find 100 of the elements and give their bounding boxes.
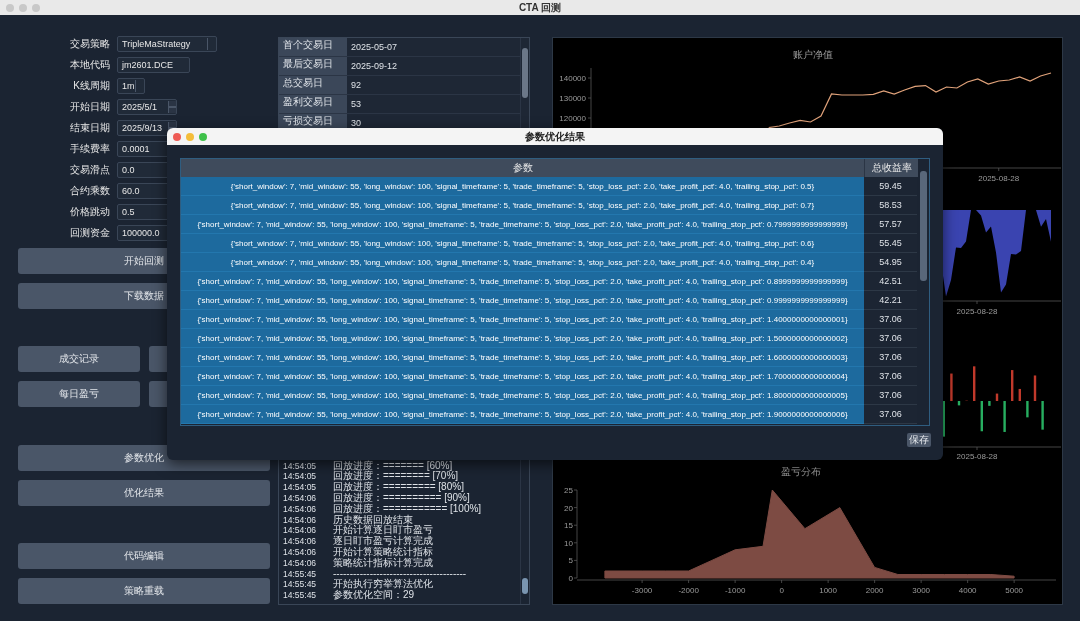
- axis-tick-label: 5: [568, 556, 573, 566]
- minimize-icon[interactable]: [186, 132, 194, 141]
- axis-tick-label: 2025-08-28: [956, 452, 998, 461]
- pnl-bar: [1033, 375, 1037, 401]
- date-field[interactable]: 2025/9/13: [117, 120, 177, 136]
- axis-tick-label: 1000: [819, 586, 837, 595]
- table-cell: {'short_window': 7, 'mid_window': 55, 'long_window': 100, 'signal_timeframe': 5, 'trade_timeframe': 5, 'stop_loss_pct': 2.0, 'take_profit_pct': 4.0, 'trailing_stop_pct': 0.9999999999999999}: [181, 291, 864, 310]
- log-message: 参数优化空间：29: [333, 590, 415, 601]
- field-label: 回测资金: [70, 226, 110, 240]
- log-message: 回放进度：======== [70%]: [333, 471, 459, 483]
- table-cell: {'short_window': 7, 'mid_window': 55, 'long_window': 100, 'signal_timeframe': 5, 'trade_timeframe': 5, 'stop_loss_pct': 2.0, 'take_profit_pct': 4.0, 'trailing_stop_pct': 1.4000000000000001}: [181, 310, 864, 329]
- table-cell-text: 30: [350, 117, 361, 130]
- interval-dropdown[interactable]: 1m: [117, 78, 145, 94]
- pnl-bar: [1011, 370, 1014, 401]
- table-cell: {'short_window': 7, 'mid_window': 55, 'long_window': 100, 'signal_timeframe': 5, 'trade_timeframe': 5, 'stop_loss_pct': 2.0, 'take_profit_pct': 4.0, 'trailing_stop_pct': 0.4}: [181, 253, 864, 272]
- log-time: 14:55:45: [283, 590, 318, 601]
- date-field[interactable]: 2025/5/1: [117, 99, 177, 115]
- log-time: 14:54:06: [283, 546, 318, 558]
- log-time: 14:54:06: [283, 525, 318, 537]
- log-time: 14:54:05: [283, 471, 318, 483]
- action-button[interactable]: 优化结果: [18, 480, 270, 506]
- axis-tick-label: -1000: [724, 586, 746, 595]
- field-label: 交易策略: [70, 37, 110, 51]
- axis-tick-label: -2000: [678, 586, 699, 595]
- pnl-bar: [950, 373, 953, 401]
- input-field[interactable]: jm2601.DCE: [117, 57, 190, 73]
- field-label: 手续费率: [70, 142, 110, 156]
- table-cell: {'short_window': 7, 'mid_window': 55, 'long_window': 100, 'signal_timeframe': 5, 'trade_timeframe': 5, 'stop_loss_pct': 2.0, 'take_profit_pct': 4.0, 'trailing_stop_pct': 1.9000000000000006}: [181, 405, 864, 424]
- field-label: 合约乘数: [70, 184, 110, 198]
- chart-title: 盈亏分布: [781, 466, 821, 477]
- axis-tick-label: 0: [779, 586, 784, 595]
- table-cell: 首个交易日: [279, 38, 347, 56]
- dialog-title: 参数优化结果: [525, 129, 585, 144]
- axis-tick-label: 2025-08-28: [978, 174, 1020, 181]
- table-cell: 总交易日: [279, 76, 347, 94]
- axis-tick-label: 120000: [559, 114, 586, 123]
- log-message: ----------------------------------------: [333, 568, 467, 579]
- log-time: 14:55:45: [283, 568, 318, 580]
- pnl-bar: [980, 401, 983, 432]
- axis-tick-label: 20: [564, 503, 573, 513]
- log-time: 14:54:06: [283, 514, 318, 526]
- field-label: 结束日期: [70, 121, 110, 135]
- field-label: K线周期: [73, 79, 110, 93]
- pnl-bar: [988, 401, 991, 406]
- maximize-icon[interactable]: [199, 132, 207, 141]
- field-label: 开始日期: [70, 100, 110, 114]
- pnl-bar: [957, 401, 961, 406]
- log-message: 开始计算逐日盯市盈亏: [333, 525, 433, 536]
- axis-tick-label: 0: [568, 574, 573, 583]
- chart-title: 账户净值: [793, 49, 833, 60]
- axis-tick-label: 140000: [559, 74, 586, 83]
- action-button[interactable]: 代码编辑: [18, 543, 270, 569]
- save-button[interactable]: 保存: [907, 433, 931, 447]
- pnl-bar: [973, 366, 976, 401]
- table-cell: {'short_window': 7, 'mid_window': 55, 'long_window': 100, 'signal_timeframe': 5, 'trade_timeframe': 5, 'stop_loss_pct': 2.0, 'take_profit_pct': 4.0, 'trailing_stop_pct': 1.7000000000000004}: [181, 367, 864, 386]
- log-message: 策略统计指标计算完成: [333, 557, 433, 569]
- table-cell: 最后交易日: [279, 57, 347, 75]
- table-cell: {'short_window': 7, 'mid_window': 55, 'long_window': 100, 'signal_timeframe': 5, 'trade_timeframe': 5, 'stop_loss_pct': 2.0, 'take_profit_pct': 4.0, 'trailing_stop_pct': 1.6000000000000003}: [181, 348, 864, 367]
- y-axis: [587, 67, 592, 131]
- table-cell-text: 2025-09-12: [350, 60, 398, 73]
- column-header[interactable]: 总收益率: [865, 159, 918, 177]
- field-label: 本地代码: [70, 58, 110, 72]
- action-button[interactable]: 成交记录: [18, 346, 140, 372]
- pnl-bar: [1041, 401, 1044, 430]
- axis-tick-label: 25: [564, 486, 573, 495]
- log-time: 14:54:05: [283, 482, 318, 493]
- table-cell: 盈利交易日: [279, 95, 347, 113]
- log-message: 回放进度：========= [80%]: [333, 482, 464, 493]
- axis-tick-label: 2000: [865, 586, 884, 595]
- axis-tick-label: -3000: [631, 586, 653, 595]
- action-button[interactable]: 每日盈亏: [18, 381, 140, 407]
- log-message: 回放进度：========== [90%]: [333, 492, 470, 504]
- field-label: 价格跳动: [70, 205, 110, 219]
- table-cell: {'short_window': 7, 'mid_window': 55, 'long_window': 100, 'signal_timeframe': 5, 'trade_timeframe': 5, 'stop_loss_pct': 2.0, 'take_profit_pct': 4.0, 'trailing_stop_pct': 1.5000000000000002}: [181, 329, 864, 348]
- axis-tick-label: 3000: [912, 586, 931, 595]
- table-cell-text: 53: [350, 98, 361, 111]
- axis-tick-label: 4000: [958, 586, 977, 595]
- axis-tick-label: 5000: [1005, 586, 1024, 595]
- table-cell: {'short_window': 7, 'mid_window': 55, 'long_window': 100, 'signal_timeframe': 5, 'trade_timeframe': 5, 'stop_loss_pct': 2.0, 'take_profit_pct': 4.0, 'trailing_stop_pct': 1.8000000000000005}: [181, 386, 864, 405]
- pnl-bar: [1003, 401, 1006, 432]
- table-cell: {'short_window': 7, 'mid_window': 55, 'long_window': 100, 'signal_timeframe': 5, 'trade_timeframe': 5, 'stop_loss_pct': 2.0, 'take_profit_pct': 4.0, 'trailing_stop_pct': 0.7}: [181, 196, 864, 215]
- log-time: 14:54:06: [283, 557, 318, 569]
- pnl-bar: [1026, 401, 1029, 418]
- table-cell-text: 92: [350, 79, 361, 92]
- log-message: 回放进度：=========== [100%]: [333, 503, 482, 514]
- log-time: 14:54:06: [283, 503, 318, 515]
- axis-tick-label: 130000: [559, 94, 586, 103]
- axis-tick-label: 10: [564, 538, 573, 548]
- table-cell: {'short_window': 7, 'mid_window': 55, 'long_window': 100, 'signal_timeframe': 5, 'trade_timeframe': 5, 'stop_loss_pct': 2.0, 'take_profit_pct': 4.0, 'trailing_stop_pct': 0.7999999999999999}: [181, 215, 864, 234]
- axis-tick-label: 2025-08-28: [956, 307, 998, 316]
- pnl-bar: [995, 393, 999, 401]
- axis-tick-label: 15: [564, 521, 573, 531]
- action-button[interactable]: 策略重载: [18, 578, 270, 604]
- log-time: 14:54:06: [283, 536, 318, 547]
- strategy-dropdown[interactable]: TripleMaStrategy: [117, 36, 217, 52]
- table-cell: {'short_window': 7, 'mid_window': 55, 'long_window': 100, 'signal_timeframe': 5, 'trade_timeframe': 5, 'stop_loss_pct': 2.0, 'take_profit_pct': 4.0, 'trailing_stop_pct': 0.8999999999999999}: [181, 272, 864, 291]
- window-title: CTA 回测: [518, 0, 562, 15]
- table-cell: {'short_window': 7, 'mid_window': 55, 'long_window': 100, 'signal_timeframe': 5, 'trade_timeframe': 5, 'stop_loss_pct': 2.0, 'take_profit_pct': 4.0, 'trailing_stop_pct': 0.5}: [181, 177, 864, 196]
- pnl-bar: [1018, 388, 1021, 401]
- log-message: 历史数据回放结束: [333, 514, 413, 526]
